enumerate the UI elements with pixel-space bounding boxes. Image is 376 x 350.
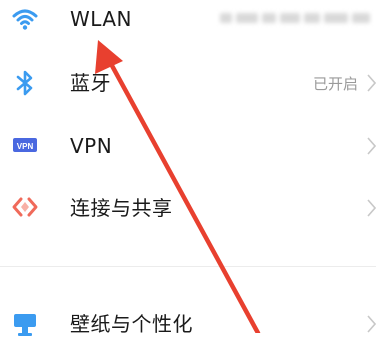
vpn-icon: VPN: [10, 130, 40, 160]
svg-text:VPN: VPN: [17, 142, 34, 151]
bluetooth-icon: [10, 68, 40, 98]
settings-item-wallpaper[interactable]: 壁纸与个性化: [0, 290, 376, 350]
bluetooth-status: 已开启: [312, 75, 358, 93]
chevron-right-icon: [366, 73, 376, 93]
chevron-right-icon: [366, 198, 376, 218]
settings-item-vpn[interactable]: VPN VPN: [0, 114, 376, 174]
chevron-right-icon: [366, 314, 376, 334]
settings-item-connection-sharing[interactable]: 连接与共享: [0, 176, 376, 236]
settings-item-bluetooth[interactable]: 蓝牙 已开启: [0, 52, 376, 112]
settings-item-label: 蓝牙: [70, 71, 111, 95]
wlan-network-name-redacted: [220, 8, 376, 28]
chevron-right-icon: [366, 136, 376, 156]
settings-item-label: 连接与共享: [70, 196, 173, 220]
wifi-icon: [10, 4, 40, 34]
settings-item-label: WLAN: [70, 7, 133, 31]
wallpaper-icon: [10, 310, 40, 340]
settings-item-wlan[interactable]: WLAN: [0, 0, 376, 60]
section-divider: [0, 266, 376, 267]
settings-item-label: 壁纸与个性化: [70, 312, 193, 336]
settings-item-label: VPN: [70, 134, 113, 158]
connection-share-icon: [10, 192, 40, 222]
